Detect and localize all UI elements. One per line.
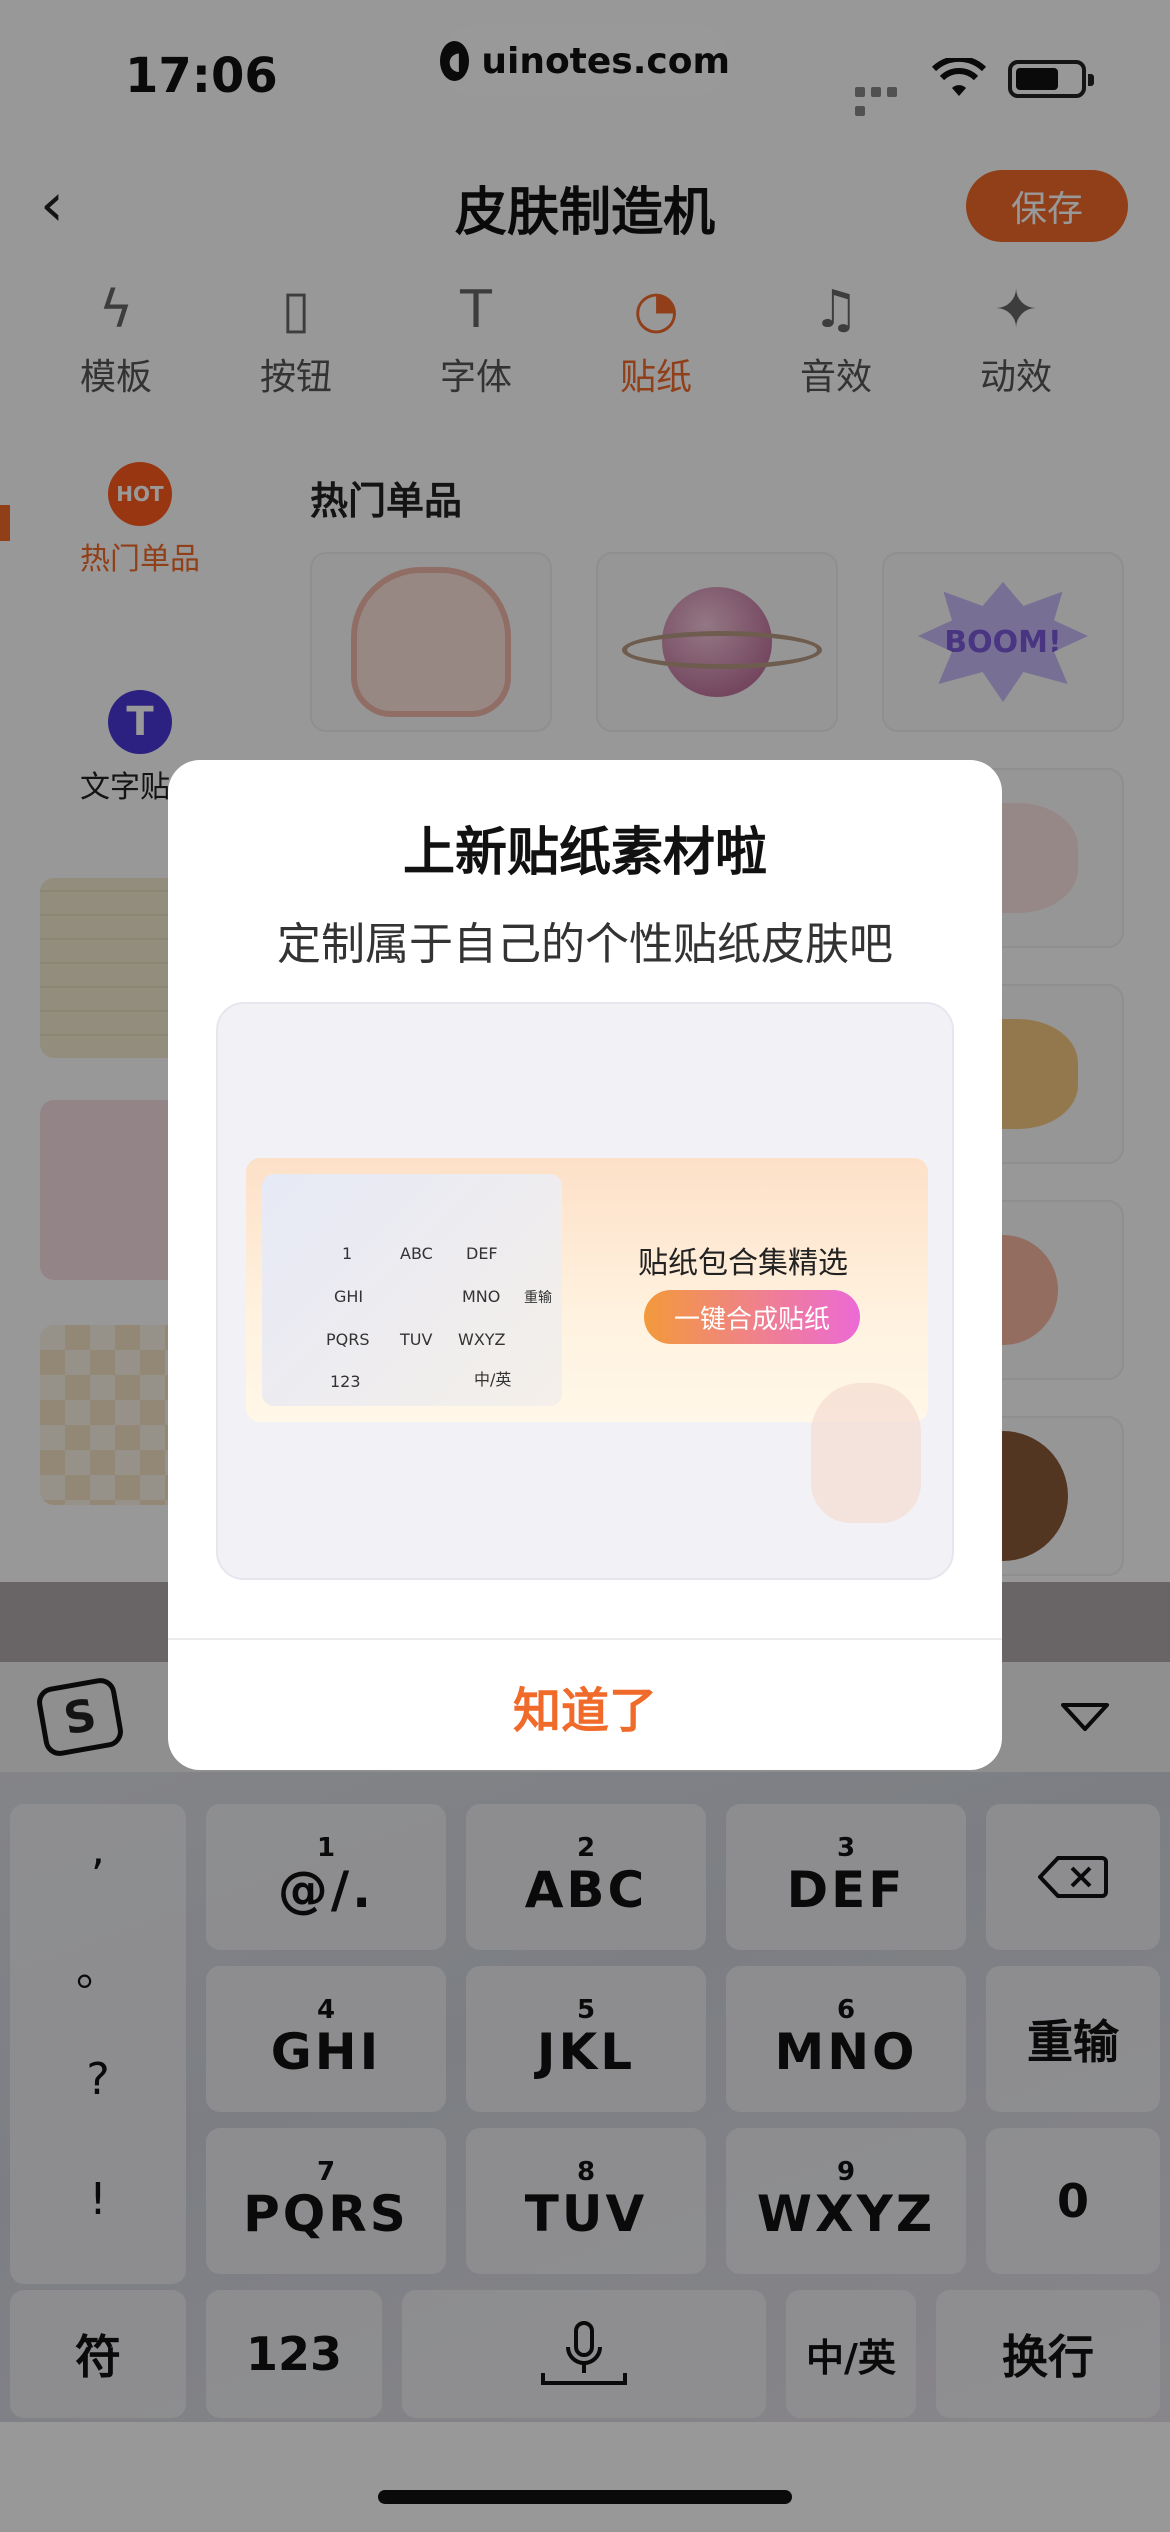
mini-key-ghi: GHI xyxy=(334,1287,364,1306)
dialog-divider xyxy=(168,1638,1002,1640)
preview-banner: 1 ABC DEF GHI MNO 重输 PQRS TUV WXYZ 123 中… xyxy=(246,1158,928,1523)
banner-merge-button: 一键合成贴纸 xyxy=(644,1290,860,1344)
mini-key-123: 123 xyxy=(330,1372,361,1391)
preview-mini-keyboard: 1 ABC DEF GHI MNO 重输 PQRS TUV WXYZ 123 中… xyxy=(262,1174,562,1406)
new-sticker-dialog: 上新贴纸素材啦 定制属于自己的个性贴纸皮肤吧 1 ABC DEF GHI MNO… xyxy=(168,760,1002,1770)
mini-key-pqrs: PQRS xyxy=(326,1330,370,1349)
mini-key-tuv: TUV xyxy=(400,1330,433,1349)
dialog-preview: 1 ABC DEF GHI MNO 重输 PQRS TUV WXYZ 123 中… xyxy=(216,1002,954,1580)
banner-title: 贴纸包合集精选 xyxy=(638,1246,848,1281)
mini-key-def: DEF xyxy=(466,1244,498,1263)
mini-key-1: 1 xyxy=(342,1244,353,1263)
dialog-subtitle: 定制属于自己的个性贴纸皮肤吧 xyxy=(277,919,893,970)
mini-key-abc: ABC xyxy=(400,1244,433,1263)
got-it-button[interactable]: 知道了 xyxy=(168,1642,1002,1770)
pointing-hand-icon xyxy=(811,1383,921,1523)
mini-key-wxyz: WXYZ xyxy=(458,1330,506,1349)
mini-key-mno: MNO xyxy=(462,1287,501,1306)
dialog-title: 上新贴纸素材啦 xyxy=(402,823,767,883)
mini-key-reenter: 重输 xyxy=(524,1290,552,1306)
mini-key-lang: 中/英 xyxy=(474,1370,512,1389)
